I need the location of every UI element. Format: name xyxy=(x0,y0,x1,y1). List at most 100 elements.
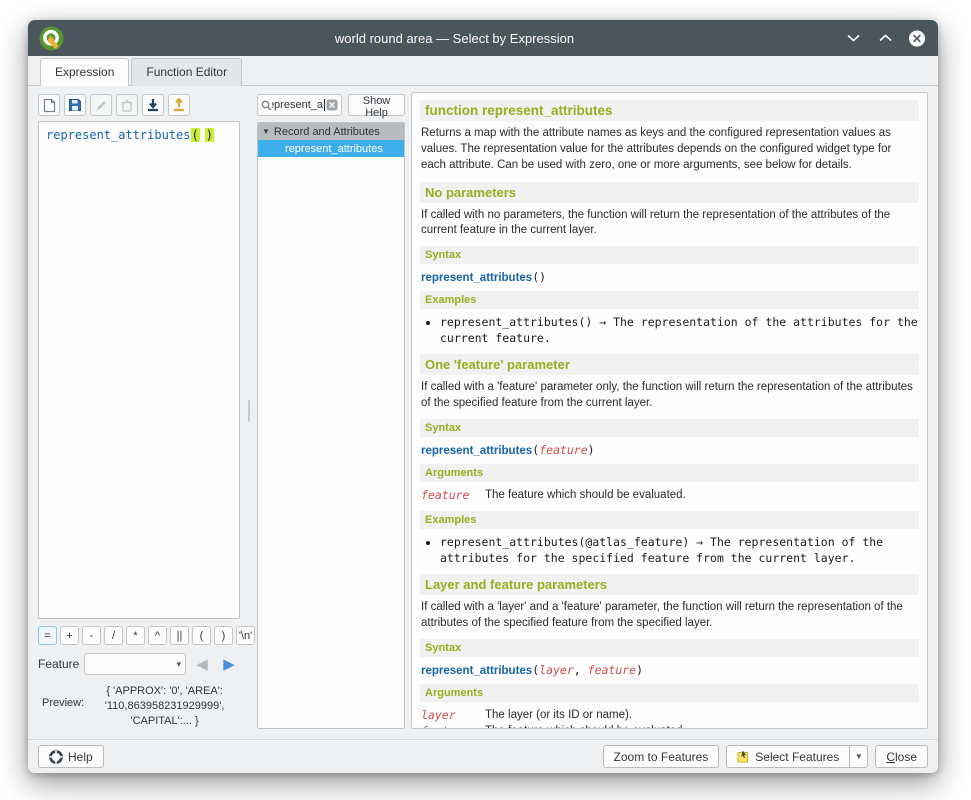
syntax-layer-feature-params: represent_attributes(layer, feature) xyxy=(421,663,918,677)
close-paren: ) xyxy=(636,663,643,677)
help-icon xyxy=(49,750,63,764)
dialog-footer: Help Zoom to Features Select Features ▼ xyxy=(28,739,938,773)
function-tree[interactable]: ▼ Record and Attributes represent_attrib… xyxy=(257,122,405,729)
arguments-label: Arguments xyxy=(420,684,919,702)
argument-feature: feature xyxy=(539,443,587,457)
operator-buttons: = + - / * ^ || ( ) '\n' xyxy=(38,626,240,645)
syntax-function-name: represent_attributes xyxy=(421,272,532,284)
operator-multiply-button[interactable]: * xyxy=(126,626,145,645)
tree-group-record-and-attributes[interactable]: ▼ Record and Attributes xyxy=(258,123,404,140)
tab-function-editor[interactable]: Function Editor xyxy=(131,58,242,86)
arguments-label: Arguments xyxy=(420,464,919,482)
examples-label: Examples xyxy=(420,511,919,529)
maximize-icon[interactable] xyxy=(876,29,894,47)
section-title-one-feature-parameter: One 'feature' parameter xyxy=(420,354,919,375)
close-button[interactable]: Close xyxy=(875,745,928,768)
collapse-triangle-icon[interactable]: ▼ xyxy=(262,127,270,136)
select-features-label: Select Features xyxy=(755,750,839,764)
operator-minus-button[interactable]: - xyxy=(82,626,101,645)
import-expression-button[interactable] xyxy=(142,94,164,116)
close-paren: ) xyxy=(588,443,595,457)
close-paren: ) xyxy=(539,270,546,284)
argument-desc-feature: The feature which should be evaluated. xyxy=(485,723,918,729)
operator-divide-button[interactable]: / xyxy=(104,626,123,645)
syntax-label: Syntax xyxy=(420,246,919,264)
expression-toolbar xyxy=(38,94,240,116)
tab-bar: Expression Function Editor xyxy=(28,56,938,86)
clear-search-icon[interactable] xyxy=(326,99,338,111)
help-intro: Returns a map with the attribute names a… xyxy=(421,126,918,174)
edit-expression-button[interactable] xyxy=(90,94,112,116)
window-title: world round area — Select by Expression xyxy=(65,31,844,46)
example-item: represent_attributes(@atlas_feature) → T… xyxy=(440,534,919,566)
comma: , xyxy=(574,663,588,677)
select-features-split-button: Select Features ▼ xyxy=(726,745,868,768)
feature-combobox[interactable]: ▾ xyxy=(84,653,186,675)
help-button-label: Help xyxy=(68,750,93,764)
chevron-down-icon: ▾ xyxy=(176,659,181,670)
zoom-to-features-button[interactable]: Zoom to Features xyxy=(603,745,720,768)
section-title-no-parameters: No parameters xyxy=(420,182,919,203)
close-paren: ) xyxy=(205,128,214,142)
tree-item-represent-attributes[interactable]: represent_attributes xyxy=(258,140,404,157)
operator-equals-button[interactable]: = xyxy=(38,626,57,645)
argument-feature: feature xyxy=(588,663,636,677)
argument-desc-layer: The layer (or its ID or name). xyxy=(485,707,918,724)
select-features-dropdown[interactable]: ▼ xyxy=(850,745,868,768)
syntax-function-name: represent_attributes xyxy=(421,445,532,457)
tree-group-label: Record and Attributes xyxy=(274,126,380,138)
operator-plus-button[interactable]: + xyxy=(60,626,79,645)
help-panel-container: function represent_attributes Returns a … xyxy=(411,92,928,729)
function-search-input[interactable]: represent_a xyxy=(257,94,342,116)
dialog-content: represent_attributes() = + - / * ^ || ( … xyxy=(28,86,938,739)
preview-row: Preview: { 'APPROX': '0', 'AREA': '110,8… xyxy=(38,684,240,729)
expression-panel: represent_attributes() = + - / * ^ || ( … xyxy=(38,92,240,729)
zoom-to-features-label: Zoom to Features xyxy=(614,750,709,764)
help-button[interactable]: Help xyxy=(38,745,104,768)
save-expression-button[interactable] xyxy=(64,94,86,116)
syntax-label: Syntax xyxy=(420,419,919,437)
argument-row: layer The layer (or its ID or name). xyxy=(421,707,918,724)
delete-expression-button[interactable] xyxy=(116,94,138,116)
export-expression-button[interactable] xyxy=(168,94,190,116)
window-controls xyxy=(844,29,926,47)
shade-icon[interactable] xyxy=(844,29,862,47)
operator-concat-button[interactable]: || xyxy=(170,626,189,645)
titlebar[interactable]: world round area — Select by Expression xyxy=(28,20,938,56)
argument-row: feature The feature which should be eval… xyxy=(421,723,918,729)
previous-feature-button[interactable]: ◀ xyxy=(191,653,213,675)
next-feature-button[interactable]: ▶ xyxy=(218,653,240,675)
argument-row: feature The feature which should be eval… xyxy=(421,487,918,504)
syntax-label: Syntax xyxy=(420,639,919,657)
section-title-layer-and-feature-parameters: Layer and feature parameters xyxy=(420,574,919,595)
function-help-panel: function represent_attributes Returns a … xyxy=(411,92,928,729)
close-icon[interactable] xyxy=(908,29,926,47)
argument-name-feature: feature xyxy=(421,487,485,504)
select-features-button[interactable]: Select Features xyxy=(726,745,850,768)
examples-label: Examples xyxy=(420,291,919,309)
new-expression-button[interactable] xyxy=(38,94,60,116)
section-desc: If called with a 'layer' and a 'feature'… xyxy=(421,600,918,632)
operator-close-paren-button[interactable]: ) xyxy=(214,626,233,645)
arguments-table: feature The feature which should be eval… xyxy=(421,487,918,504)
syntax-no-params: represent_attributes() xyxy=(421,270,918,284)
help-title: function represent_attributes xyxy=(420,100,919,121)
operator-open-paren-button[interactable]: ( xyxy=(192,626,211,645)
argument-name-feature: feature xyxy=(421,723,485,729)
feature-row: Feature ▾ ◀ ▶ xyxy=(38,653,240,675)
section-desc: If called with a 'feature' parameter onl… xyxy=(421,380,918,412)
panel-splitter[interactable] xyxy=(240,92,257,729)
arguments-table: layer The layer (or its ID or name). fea… xyxy=(421,707,918,729)
show-help-button[interactable]: Show Help xyxy=(348,94,405,116)
page: world round area — Select by Expression xyxy=(0,0,971,800)
operator-power-button[interactable]: ^ xyxy=(148,626,167,645)
syntax-function-name: represent_attributes xyxy=(421,665,532,677)
section-desc: If called with no parameters, the functi… xyxy=(421,208,918,240)
preview-label: Preview: xyxy=(38,684,84,729)
search-row: represent_a Show Help xyxy=(257,94,405,116)
tab-expression[interactable]: Expression xyxy=(40,58,129,86)
expression-function-name: represent_attributes xyxy=(46,128,191,142)
close-button-label: Close xyxy=(886,750,917,764)
search-text-clip: represent_a xyxy=(272,99,323,111)
expression-editor[interactable]: represent_attributes() xyxy=(38,121,240,619)
